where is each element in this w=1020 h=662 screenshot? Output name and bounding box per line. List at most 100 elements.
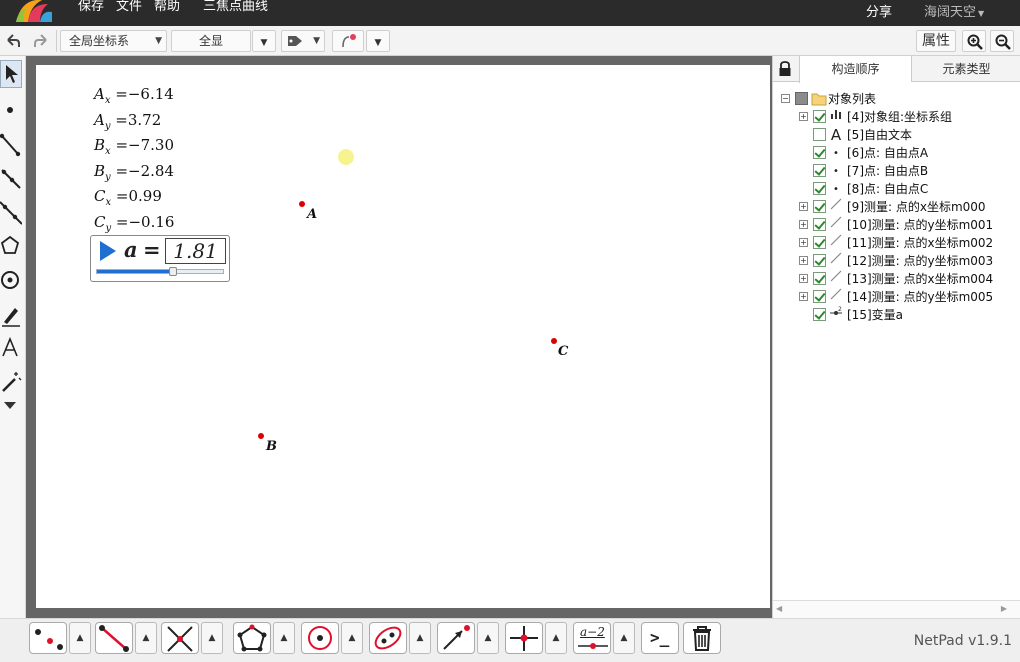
scroll-left-icon[interactable]: ◀ xyxy=(776,604,782,613)
pen-tool[interactable] xyxy=(0,300,22,328)
text-tool[interactable] xyxy=(0,334,22,362)
polygon-tools-button[interactable] xyxy=(233,622,271,654)
scroll-right-icon[interactable]: ▶ xyxy=(1001,604,1007,613)
play-icon[interactable] xyxy=(98,240,118,262)
measurement-row[interactable]: Bx =−7.30 xyxy=(94,136,174,157)
measurement-row[interactable]: By =−2.84 xyxy=(94,162,174,183)
user-menu[interactable]: 海阔天空 ▼ xyxy=(924,6,984,21)
visibility-checkbox[interactable] xyxy=(813,218,826,231)
redo-icon[interactable] xyxy=(32,32,50,50)
point-A[interactable] xyxy=(299,201,305,207)
horizontal-scrollbar[interactable]: ◀ ▶ xyxy=(773,600,1020,618)
visibility-checkbox[interactable] xyxy=(813,164,826,177)
tree-item[interactable]: + [4]对象组:坐标系组 xyxy=(799,108,1019,126)
visibility-checkbox[interactable] xyxy=(813,110,826,123)
trace-dropdown[interactable]: ▼ xyxy=(366,30,390,52)
conic-tools-button[interactable] xyxy=(369,622,407,654)
slider-thumb[interactable] xyxy=(169,267,177,276)
drawing-canvas[interactable]: Ax =−6.14 Ay =3.72 Bx =−7.30 By =−2.84 Cx =0… xyxy=(36,65,770,608)
expand-icon[interactable]: + xyxy=(799,220,808,229)
point-C[interactable] xyxy=(551,338,557,344)
tree-item[interactable]: 2 [15]变量a xyxy=(799,306,1019,324)
intersection-tools-dropdown[interactable]: ▲ xyxy=(201,622,223,654)
line-tools-button[interactable] xyxy=(95,622,133,654)
lock-icon[interactable] xyxy=(778,61,792,77)
vector-tools-button[interactable] xyxy=(437,622,475,654)
menu-help[interactable]: 帮助 xyxy=(154,0,180,14)
root-checkbox[interactable] xyxy=(795,92,808,105)
measurement-row[interactable]: Cy =−0.16 xyxy=(94,213,174,234)
more-tools-toggle[interactable] xyxy=(0,398,22,414)
expand-icon[interactable]: + xyxy=(799,256,808,265)
point-B[interactable] xyxy=(258,433,264,439)
expand-icon[interactable]: + xyxy=(799,292,808,301)
conic-tools-dropdown[interactable]: ▲ xyxy=(409,622,431,654)
share-button[interactable]: 分享 xyxy=(866,6,892,20)
expand-icon[interactable]: + xyxy=(799,112,808,121)
variable-slider[interactable]: a = 1.81 xyxy=(90,235,230,282)
select-tool[interactable] xyxy=(0,60,22,88)
tree-root[interactable]: − 对象列表 xyxy=(779,90,1019,108)
line-tools-dropdown[interactable]: ▲ xyxy=(135,622,157,654)
trace-button[interactable] xyxy=(332,30,364,52)
tree-item[interactable]: A [5]自由文本 xyxy=(799,126,1019,144)
point-tools-dropdown[interactable]: ▲ xyxy=(69,622,91,654)
visibility-checkbox[interactable] xyxy=(813,254,826,267)
tree-item[interactable]: • [6]点: 自由点A xyxy=(799,144,1019,162)
intersection-tools-button[interactable] xyxy=(161,622,199,654)
collapse-icon[interactable]: − xyxy=(781,94,790,103)
tree-item[interactable]: + [10]测量: 点的y坐标m001 xyxy=(799,216,1019,234)
expand-icon[interactable]: + xyxy=(799,274,808,283)
magic-wand-tool[interactable] xyxy=(0,368,22,396)
measurement-row[interactable]: Cx =0.99 xyxy=(94,187,162,208)
calculate-dropdown[interactable]: ▲ xyxy=(613,622,635,654)
delete-button[interactable] xyxy=(683,622,721,654)
slider-value-box[interactable]: 1.81 xyxy=(165,238,226,264)
tree-item[interactable]: + [9]测量: 点的x坐标m000 xyxy=(799,198,1019,216)
polygon-tools-dropdown[interactable]: ▲ xyxy=(273,622,295,654)
measurement-row[interactable]: Ay =3.72 xyxy=(94,111,161,132)
undo-icon[interactable] xyxy=(4,32,22,50)
visibility-checkbox[interactable] xyxy=(813,272,826,285)
tab-element-type[interactable]: 元素类型 xyxy=(911,56,1020,82)
point-tools-button[interactable] xyxy=(29,622,67,654)
menu-save[interactable]: 保存 xyxy=(78,0,104,14)
tab-construction-order[interactable]: 构造顺序 xyxy=(799,56,911,83)
visibility-checkbox[interactable] xyxy=(813,182,826,195)
view-all-dropdown[interactable]: ▼ xyxy=(252,30,276,52)
visibility-checkbox[interactable] xyxy=(813,308,826,321)
transform-tools-dropdown[interactable]: ▲ xyxy=(545,622,567,654)
zoom-out-button[interactable] xyxy=(990,30,1014,52)
tree-item[interactable]: + [11]测量: 点的x坐标m002 xyxy=(799,234,1019,252)
segment-tool[interactable] xyxy=(0,130,22,158)
properties-button[interactable]: 属性 xyxy=(916,30,956,52)
circle-tools-dropdown[interactable]: ▲ xyxy=(341,622,363,654)
coord-system-select[interactable]: 全局坐标系 ▼ xyxy=(60,30,167,52)
visibility-checkbox[interactable] xyxy=(813,128,826,141)
visibility-checkbox[interactable] xyxy=(813,200,826,213)
menu-file[interactable]: 文件 xyxy=(116,0,142,14)
point-tool[interactable] xyxy=(0,96,22,124)
label-tag-button[interactable]: ▼ xyxy=(281,30,325,52)
command-button[interactable]: >_ xyxy=(641,622,679,654)
view-all-button[interactable]: 全显 xyxy=(171,30,251,52)
visibility-checkbox[interactable] xyxy=(813,236,826,249)
circle-tool[interactable] xyxy=(0,266,22,294)
tree-item[interactable]: • [8]点: 自由点C xyxy=(799,180,1019,198)
polygon-tool[interactable] xyxy=(0,232,22,260)
visibility-checkbox[interactable] xyxy=(813,146,826,159)
ray-tool[interactable] xyxy=(0,164,22,192)
transform-tools-button[interactable] xyxy=(505,622,543,654)
vector-tools-dropdown[interactable]: ▲ xyxy=(477,622,499,654)
tree-item[interactable]: + [13]测量: 点的x坐标m004 xyxy=(799,270,1019,288)
expand-icon[interactable]: + xyxy=(799,202,808,211)
tree-item[interactable]: + [14]测量: 点的y坐标m005 xyxy=(799,288,1019,306)
zoom-in-button[interactable] xyxy=(962,30,986,52)
calculate-button[interactable]: a−2 xyxy=(573,622,611,654)
measurement-row[interactable]: Ax =−6.14 xyxy=(94,85,174,106)
tree-item[interactable]: + [12]测量: 点的y坐标m003 xyxy=(799,252,1019,270)
line-tool[interactable] xyxy=(0,198,23,226)
expand-icon[interactable]: + xyxy=(799,238,808,247)
slider-track[interactable] xyxy=(96,267,224,276)
circle-tools-button[interactable] xyxy=(301,622,339,654)
